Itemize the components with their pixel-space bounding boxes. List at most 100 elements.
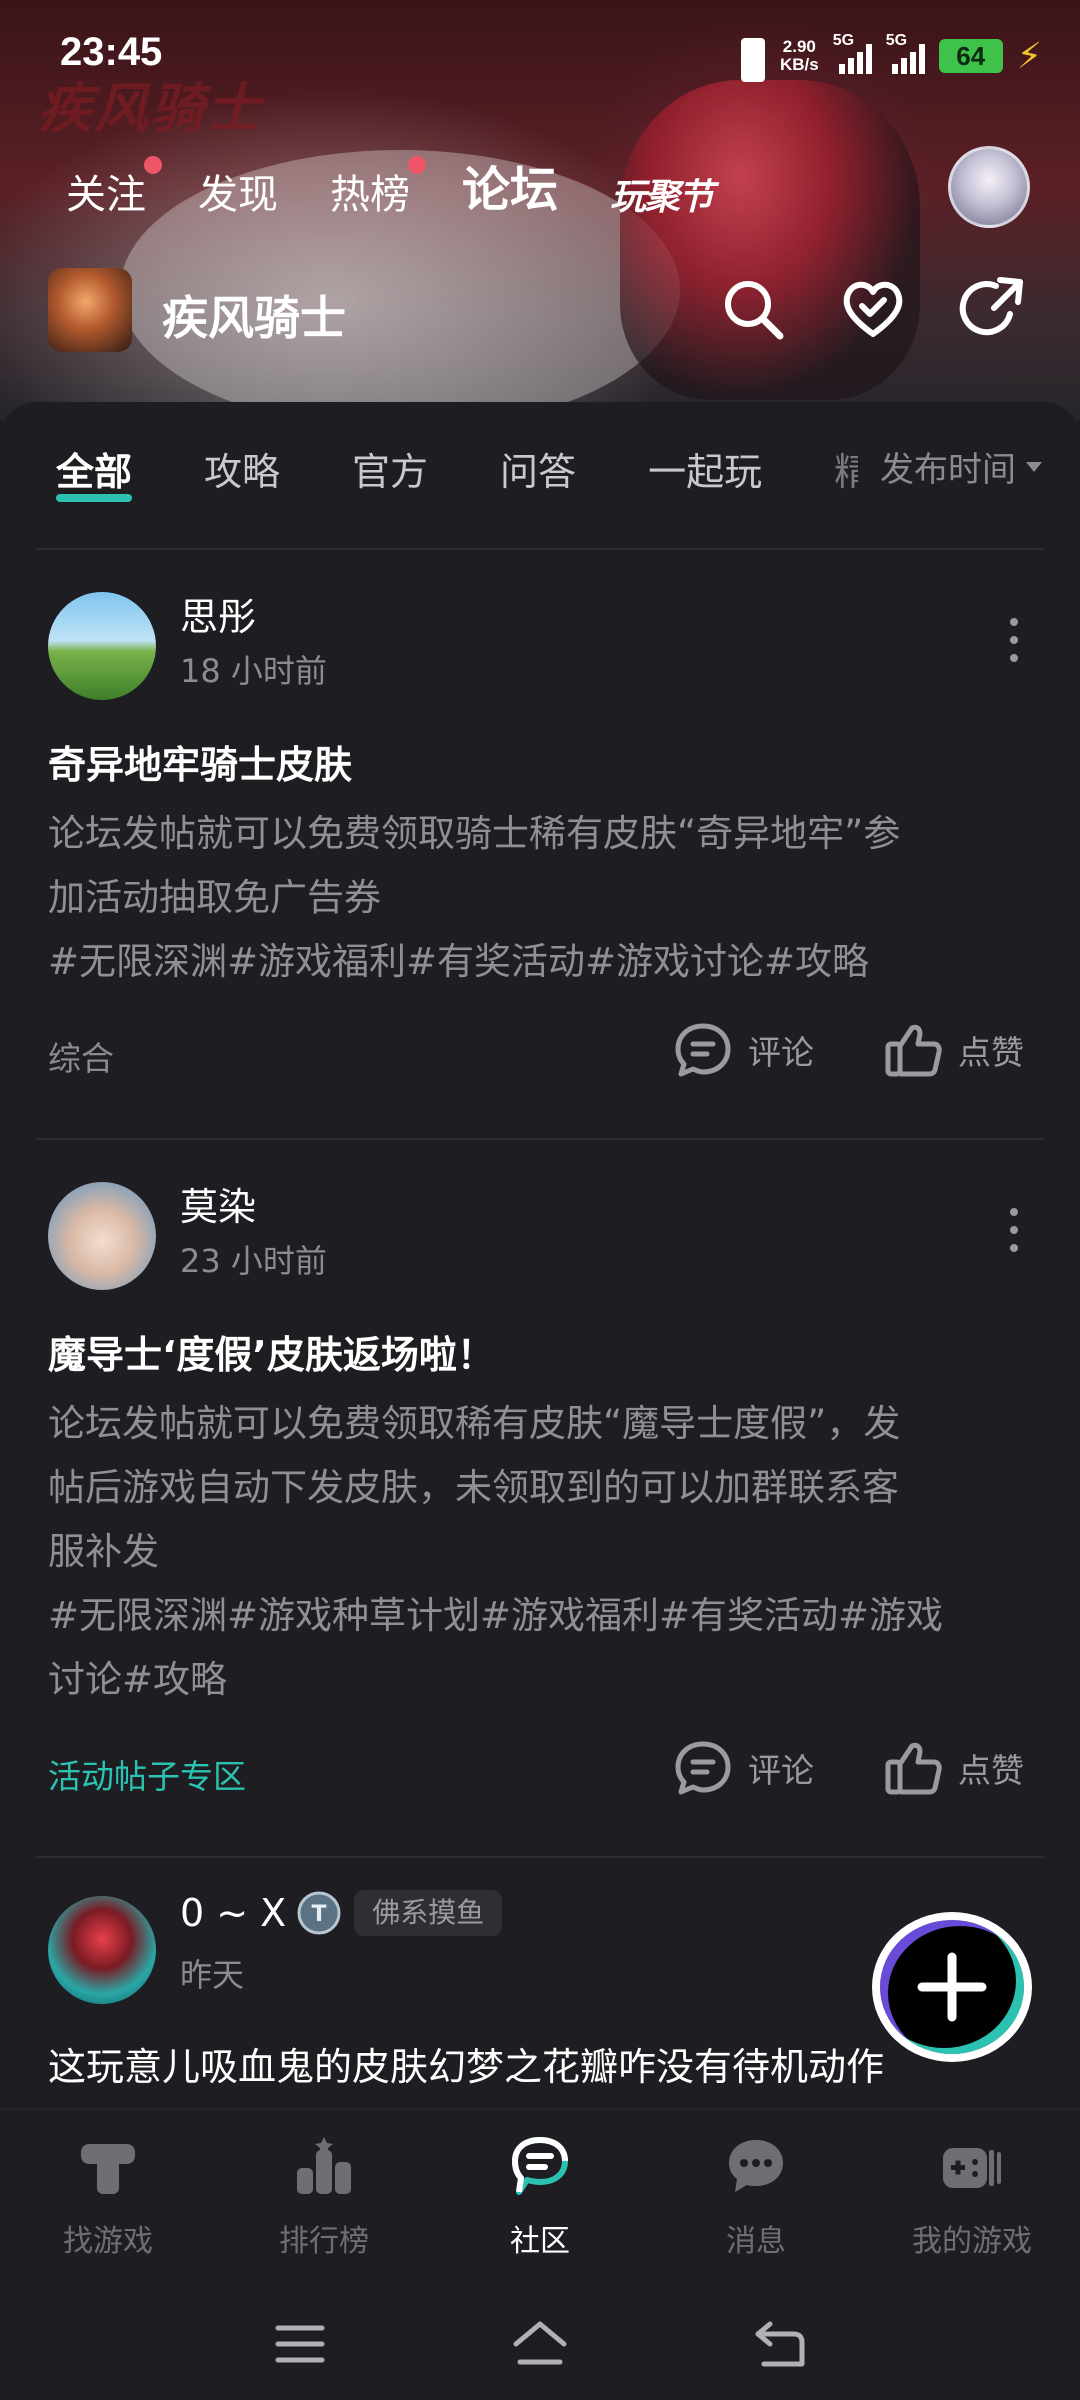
top-tabs: 关注 发现 热榜 论坛 玩聚节 xyxy=(66,150,764,220)
post-body-line: 论坛发帖就可以免费领取稀有皮肤“魔导士度假”，发 xyxy=(48,1402,901,1445)
signal-1-label: 5G xyxy=(832,32,855,49)
game-name[interactable]: 疾风骑士 xyxy=(162,282,346,348)
like-button[interactable]: 点赞 xyxy=(884,1022,1024,1078)
post-body-line: 服补发 xyxy=(48,1530,159,1573)
my-games-icon xyxy=(943,2148,1001,2188)
ranking-icon xyxy=(297,2137,351,2194)
author-name[interactable]: 0 ~ X xyxy=(180,1891,286,1935)
battery-icon: 64 xyxy=(938,39,1003,73)
post-title[interactable]: 奇异地牢骑士皮肤 xyxy=(48,734,352,789)
post-category[interactable]: 综合 xyxy=(48,1032,114,1080)
nav-label: 消息 xyxy=(726,2224,786,2259)
author-avatar[interactable] xyxy=(48,592,156,700)
tab-follow-label: 关注 xyxy=(66,172,146,218)
nav-messages[interactable]: 消息 xyxy=(648,2134,864,2260)
tab-forum-label: 论坛 xyxy=(462,162,559,218)
charging-icon: ⚡ xyxy=(1016,35,1042,77)
network-speed-value: 2.90 xyxy=(782,37,816,56)
comment-label: 评论 xyxy=(748,1751,814,1790)
search-icon[interactable] xyxy=(718,274,788,344)
author-row: 0 ~ X T 佛系摸鱼 xyxy=(180,1890,503,1936)
divider xyxy=(36,548,1044,550)
author-name[interactable]: 思彤 xyxy=(180,586,256,641)
heart-check-icon[interactable] xyxy=(838,274,908,344)
like-label: 点赞 xyxy=(958,1033,1024,1072)
tab-festival[interactable]: 玩聚节 xyxy=(610,168,714,220)
status-icons: 2.90 KB/s 5G 5G 64 ⚡ xyxy=(732,30,1042,82)
tab-hot[interactable]: 热榜 xyxy=(330,156,426,220)
divider xyxy=(36,1138,1044,1140)
banner-game-logo: 疾风骑士 xyxy=(38,76,262,140)
divider xyxy=(36,1856,1044,1858)
subtab-official[interactable]: 官方 xyxy=(352,441,428,496)
post-body[interactable]: 论坛发帖就可以免费领取骑士稀有皮肤“奇异地牢”参 加活动抽取免广告券 #无限深渊… xyxy=(48,802,1038,994)
post-body[interactable]: 论坛发帖就可以免费领取稀有皮肤“魔导士度假”，发 帖后游戏自动下发皮肤，未领取到… xyxy=(48,1392,1038,1712)
nav-community[interactable]: 社区 xyxy=(432,2134,648,2260)
post-tags: #无限深渊#游戏种草计划#游戏福利#有奖活动#游戏 xyxy=(48,1594,944,1637)
more-options-icon[interactable] xyxy=(1006,1208,1022,1252)
post-category[interactable]: 活动帖子专区 xyxy=(48,1750,246,1798)
nav-ranking[interactable]: 排行榜 xyxy=(216,2134,432,2260)
subtab-featured[interactable]: 精 xyxy=(834,441,858,496)
banner-art-character xyxy=(620,80,920,400)
nav-label: 我的游戏 xyxy=(912,2224,1032,2259)
thumbs-up-icon xyxy=(885,1024,942,1077)
caret-down-icon xyxy=(1026,461,1042,472)
like-button[interactable]: 点赞 xyxy=(884,1740,1024,1796)
comment-button[interactable]: 评论 xyxy=(674,1022,814,1078)
post-title[interactable]: 魔导士‘度假’皮肤返场啦！ xyxy=(48,1324,495,1379)
comment-button[interactable]: 评论 xyxy=(674,1740,814,1796)
sort-dropdown[interactable]: 发布时间 xyxy=(880,442,1042,491)
subtab-all[interactable]: 全部 xyxy=(56,441,133,502)
sub-tabs: 全部 攻略 官方 问答 一起玩 精 xyxy=(56,438,858,502)
forum-feed: 全部 攻略 官方 问答 一起玩 精 发布时间 思彤 18 小时前 奇异地牢骑士皮… xyxy=(0,402,1080,2108)
tab-forum[interactable]: 论坛 xyxy=(455,150,565,220)
network-speed-unit: KB/s xyxy=(779,55,819,74)
signal-icon-1: 5G xyxy=(833,32,872,74)
post-tags: #无限深渊#游戏福利#有奖活动#游戏讨论#攻略 xyxy=(48,940,870,983)
author-avatar[interactable] xyxy=(48,1896,156,2004)
menu-icon[interactable] xyxy=(270,2314,330,2374)
comment-label: 评论 xyxy=(748,1033,814,1072)
post-time: 18 小时前 xyxy=(180,652,327,690)
more-options-icon[interactable] xyxy=(1006,618,1022,662)
system-nav-bar xyxy=(0,2290,1080,2400)
nav-label: 排行榜 xyxy=(279,2224,369,2259)
user-title-badge: 佛系摸鱼 xyxy=(354,1890,503,1936)
post-time: 昨天 xyxy=(180,1956,245,1994)
author-name[interactable]: 莫染 xyxy=(180,1176,256,1231)
tab-discover[interactable]: 发现 xyxy=(198,162,278,220)
subtab-guide[interactable]: 攻略 xyxy=(204,441,280,496)
find-game-icon xyxy=(81,2144,135,2194)
home-icon[interactable] xyxy=(510,2314,570,2374)
sort-label: 发布时间 xyxy=(880,450,1016,490)
user-avatar[interactable] xyxy=(948,146,1030,228)
like-label: 点赞 xyxy=(958,1751,1024,1790)
tab-festival-label: 玩聚节 xyxy=(610,176,714,218)
subtab-qa[interactable]: 问答 xyxy=(500,441,576,496)
post-body-line: 论坛发帖就可以免费领取骑士稀有皮肤“奇异地牢”参 xyxy=(48,812,901,855)
create-post-button[interactable] xyxy=(872,1912,1032,2062)
message-icon xyxy=(729,2140,783,2192)
post-title[interactable]: 这玩意儿吸血鬼的皮肤幻梦之花瓣咋没有待机动作 xyxy=(48,2036,884,2091)
notification-dot xyxy=(144,156,162,174)
post-tags: 讨论#攻略 xyxy=(48,1658,228,1701)
comment-icon xyxy=(675,1741,731,1795)
author-avatar[interactable] xyxy=(48,1182,156,1290)
plus-icon xyxy=(917,1952,987,2022)
signal-icon-2: 5G xyxy=(886,32,925,74)
nav-find-game[interactable]: 找游戏 xyxy=(0,2134,216,2260)
tab-follow[interactable]: 关注 xyxy=(66,156,162,220)
signal-2-label: 5G xyxy=(885,32,908,49)
subtab-play-together[interactable]: 一起玩 xyxy=(648,441,762,496)
thumbs-up-icon xyxy=(885,1742,942,1795)
post-body-line: 帖后游戏自动下发皮肤，未领取到的可以加群联系客 xyxy=(48,1466,899,1509)
community-icon xyxy=(512,2137,568,2195)
game-icon[interactable] xyxy=(48,268,132,352)
share-icon[interactable] xyxy=(958,274,1028,344)
vibrate-icon xyxy=(732,38,766,82)
nav-my-games[interactable]: 我的游戏 xyxy=(864,2134,1080,2260)
notification-dot xyxy=(408,156,426,174)
nav-label: 社区 xyxy=(510,2224,570,2259)
back-icon[interactable] xyxy=(750,2314,810,2374)
